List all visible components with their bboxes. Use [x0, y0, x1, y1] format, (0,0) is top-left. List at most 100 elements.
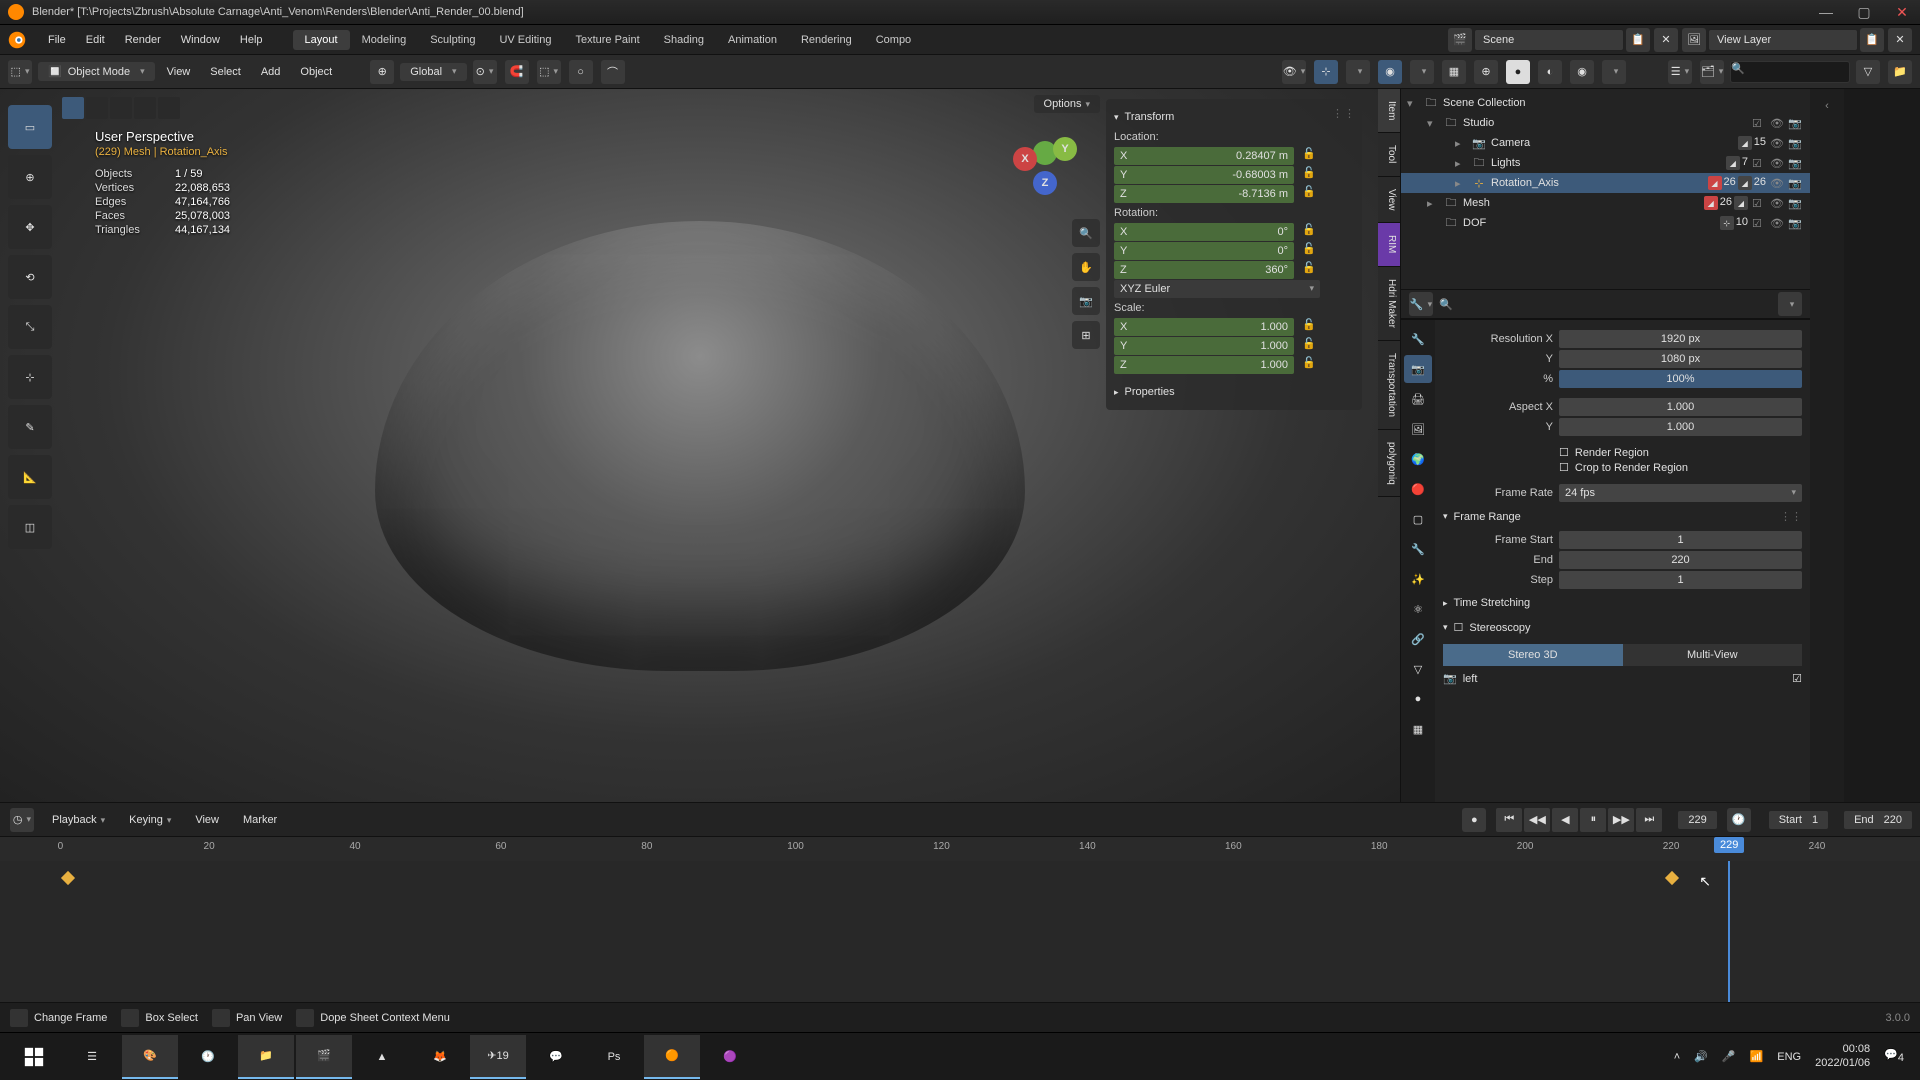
camera-view-icon[interactable]: 📷 — [1072, 287, 1100, 315]
maximize-button[interactable]: ▢ — [1854, 2, 1874, 22]
select-extend-icon[interactable] — [86, 97, 108, 119]
tab-object-icon[interactable]: ▢ — [1404, 505, 1432, 533]
navigation-gizmo[interactable]: X Y Z — [1005, 119, 1085, 199]
tab-modifier-icon[interactable]: 🔧 — [1404, 535, 1432, 563]
timeline-editor-icon[interactable]: ◷▾ — [10, 808, 34, 832]
camera-icon[interactable]: 📷 — [1788, 177, 1804, 190]
scene-name-field[interactable]: Scene — [1474, 29, 1624, 51]
transform-section[interactable]: Transform — [1114, 107, 1354, 127]
scene-browse-icon[interactable]: 🎬 — [1448, 28, 1472, 52]
header-object[interactable]: Object — [292, 62, 340, 82]
proportional-falloff-icon[interactable]: ⌒ — [601, 60, 625, 84]
checkbox-icon[interactable]: ☑ — [1752, 197, 1768, 210]
timeline-track[interactable]: 229 ↖ — [0, 861, 1920, 1002]
tab-material-icon[interactable]: ● — [1404, 685, 1432, 713]
left-checkbox[interactable]: ☑ — [1792, 672, 1802, 685]
crop-region-checkbox[interactable]: ☐ — [1559, 461, 1569, 474]
gizmo-x-axis[interactable]: X — [1013, 147, 1037, 171]
menu-help[interactable]: Help — [230, 30, 273, 50]
overlay-toggle-icon[interactable]: ◉ — [1378, 60, 1402, 84]
pause-icon[interactable]: ⏸ — [1580, 808, 1606, 832]
mode-selector[interactable]: 🔲 Object Mode▾ — [38, 62, 155, 81]
stereo-checkbox[interactable]: ☐ — [1454, 621, 1464, 634]
tab-output-icon[interactable]: 🖨 — [1404, 385, 1432, 413]
tab-rim[interactable]: RIM — [1378, 223, 1400, 266]
lock-icon[interactable]: 🔓 — [1298, 261, 1320, 279]
viewlayer-field[interactable]: View Layer — [1708, 29, 1858, 51]
minimize-button[interactable]: — — [1816, 2, 1836, 22]
resolution-y-field[interactable]: 1080 px — [1559, 350, 1802, 368]
scale-y-field[interactable]: Y1.000 — [1114, 337, 1294, 355]
pivot-icon[interactable]: ⊙▾ — [473, 60, 497, 84]
viewlayer-delete-icon[interactable]: ✕ — [1888, 28, 1912, 52]
header-view[interactable]: View — [159, 62, 199, 82]
rot-z-field[interactable]: Z360° — [1114, 261, 1294, 279]
orientation-selector[interactable]: Global▾ — [400, 63, 466, 81]
outliner-dof[interactable]: 🗀 DOF ⊹10 ☑👁📷 — [1401, 213, 1810, 233]
tab-polygoniq[interactable]: polygoniq — [1378, 430, 1400, 498]
select-subtract-icon[interactable] — [110, 97, 132, 119]
scale-z-field[interactable]: Z1.000 — [1114, 356, 1294, 374]
outliner-editor-icon[interactable]: ☰▾ — [1668, 60, 1692, 84]
resolution-pct-field[interactable]: 100% — [1559, 370, 1802, 388]
taskbar-app-2[interactable]: 🕐 — [180, 1035, 236, 1079]
frame-range-section[interactable]: Frame Range⋮⋮ — [1443, 504, 1802, 529]
frame-end-field[interactable]: 220 — [1559, 551, 1802, 569]
timeline-marker-menu[interactable]: Marker — [235, 810, 285, 830]
rot-y-field[interactable]: Y0° — [1114, 242, 1294, 260]
stereoscopy-section[interactable]: ☐Stereoscopy — [1443, 615, 1802, 640]
proportional-icon[interactable]: ○ — [569, 60, 593, 84]
checkbox-icon[interactable]: ☑ — [1752, 157, 1768, 170]
camera-icon[interactable]: 📷 — [1788, 217, 1804, 230]
props-options-icon[interactable]: ▾ — [1778, 292, 1802, 316]
scene-delete-icon[interactable]: ✕ — [1654, 28, 1678, 52]
autokey-icon[interactable]: ● — [1462, 808, 1486, 832]
gizmo-dropdown-icon[interactable]: ▾ — [1346, 60, 1370, 84]
outliner-scene-collection[interactable]: ▾🗀 Scene Collection — [1401, 93, 1810, 113]
play-reverse-icon[interactable]: ◀ — [1552, 808, 1578, 832]
checkbox-icon[interactable]: ☑ — [1752, 117, 1768, 130]
tool-move-icon[interactable]: ✥ — [8, 205, 52, 249]
header-add[interactable]: Add — [253, 62, 289, 82]
menu-window[interactable]: Window — [171, 30, 230, 50]
menu-file[interactable]: File — [38, 30, 76, 50]
lock-icon[interactable]: 🔓 — [1298, 147, 1320, 165]
workspace-modeling[interactable]: Modeling — [350, 30, 419, 50]
gizmo-toggle-icon[interactable]: ⊹ — [1314, 60, 1338, 84]
lock-icon[interactable]: 🔓 — [1298, 223, 1320, 241]
taskbar-app-1[interactable]: 🎨 — [122, 1035, 178, 1079]
timeline-view-menu[interactable]: View — [187, 810, 227, 830]
viewlayer-browse-icon[interactable]: 🖼 — [1682, 28, 1706, 52]
shading-wire-icon[interactable]: ⊕ — [1474, 60, 1498, 84]
workspace-layout[interactable]: Layout — [293, 30, 350, 50]
eye-icon[interactable]: 👁 — [1770, 157, 1786, 170]
rotation-mode-dropdown[interactable]: XYZ Euler▾ — [1114, 280, 1320, 298]
eye-icon[interactable]: 👁 — [1770, 177, 1786, 190]
camera-icon[interactable]: 📷 — [1788, 137, 1804, 150]
panel-grip-icon[interactable]: ⋮⋮ — [1332, 107, 1356, 120]
render-region-checkbox[interactable]: ☐ — [1559, 446, 1569, 459]
gizmo-z-axis[interactable]: Z — [1033, 171, 1057, 195]
tool-transform-icon[interactable]: ⊹ — [8, 355, 52, 399]
jump-start-icon[interactable]: ⏮ — [1496, 808, 1522, 832]
lock-icon[interactable]: 🔓 — [1298, 356, 1320, 374]
tab-tool-icon[interactable]: 🔧 — [1404, 325, 1432, 353]
lock-icon[interactable]: 🔓 — [1298, 166, 1320, 184]
keyframe-icon[interactable] — [1664, 871, 1678, 885]
time-stretching-section[interactable]: Time Stretching — [1443, 591, 1802, 615]
workspace-sculpting[interactable]: Sculpting — [418, 30, 487, 50]
workspace-texture[interactable]: Texture Paint — [563, 30, 651, 50]
tool-select-icon[interactable]: ▭ — [8, 105, 52, 149]
lock-icon[interactable]: 🔓 — [1298, 242, 1320, 260]
3d-viewport[interactable]: ▭ ⊕ ✥ ⟲ ⤡ ⊹ ✎ 📐 ◫ User Perspective (229)… — [0, 89, 1400, 802]
snap-icon[interactable]: 🧲 — [505, 60, 529, 84]
outliner-newcoll-icon[interactable]: 📁 — [1888, 60, 1912, 84]
eye-icon[interactable]: 👁 — [1770, 197, 1786, 210]
tool-addcube-icon[interactable]: ◫ — [8, 505, 52, 549]
zoom-icon[interactable]: 🔍 — [1072, 219, 1100, 247]
tab-transportation[interactable]: Transportation — [1378, 341, 1400, 430]
jump-end-icon[interactable]: ⏭ — [1636, 808, 1662, 832]
workspace-shading[interactable]: Shading — [652, 30, 716, 50]
options-dropdown[interactable]: Options▾ — [1034, 95, 1100, 113]
keyframe-icon[interactable] — [61, 871, 75, 885]
